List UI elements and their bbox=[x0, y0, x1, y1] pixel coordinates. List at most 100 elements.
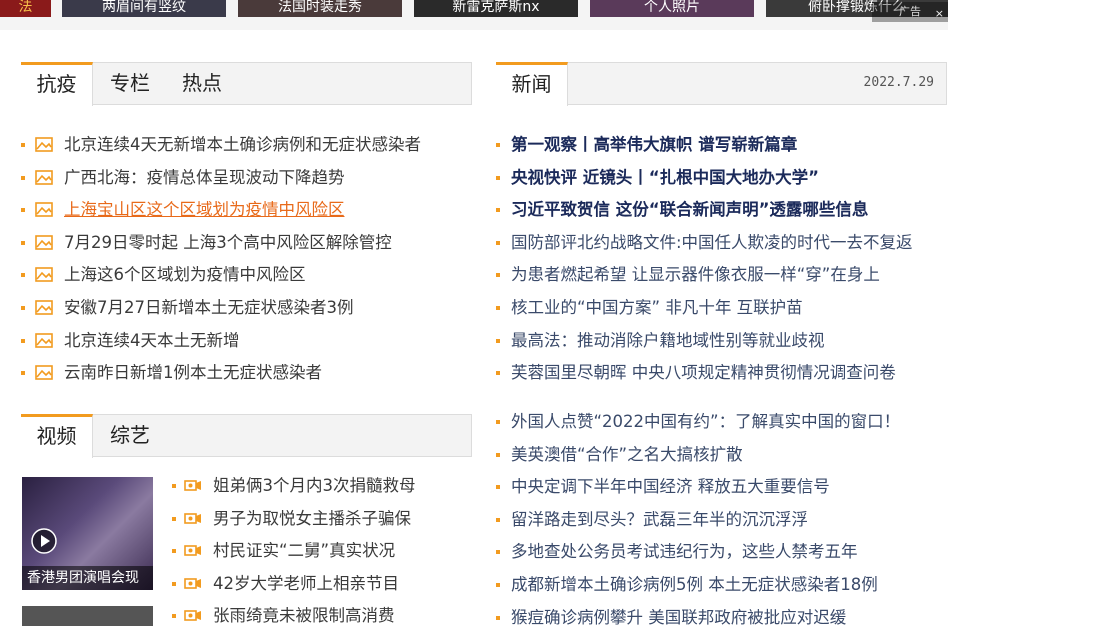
list-item: 猴痘确诊病例攀升 美国联邦政府被批应对迟缓 bbox=[496, 602, 947, 634]
image-icon bbox=[35, 137, 53, 152]
thumb-1[interactable]: 两眉间有竖纹 bbox=[62, 0, 226, 17]
news-list-1: 第一观察丨高举伟大旗帜 谱写崭新篇章 央视快评 近镜头丨“扎根中国大地办大学” … bbox=[496, 129, 947, 390]
video-camera-icon bbox=[184, 545, 201, 556]
epidemic-tabbar: 抗疫 专栏 热点 bbox=[21, 62, 472, 106]
news-tabbar: 新闻 2022.7.29 bbox=[496, 62, 947, 106]
bullet-dot bbox=[172, 549, 176, 554]
list-item: 云南昨日新增1例本土无症状感染者 bbox=[21, 357, 472, 390]
list-item: 姐弟俩3个月内3次捐髓救母 bbox=[172, 470, 472, 503]
list-link[interactable]: 北京连续4天本土无新增 bbox=[64, 325, 240, 358]
news-link[interactable]: 央视快评 近镜头丨“扎根中国大地办大学” bbox=[511, 162, 819, 195]
tab-video[interactable]: 视频 bbox=[21, 414, 93, 458]
list-item: 央视快评 近镜头丨“扎根中国大地办大学” bbox=[496, 162, 947, 195]
news-list-2: 外国人点赞“2022中国有约”：了解真实中国的窗口！ 美英澳借“合作”之名大搞核… bbox=[496, 406, 947, 634]
tab-column[interactable]: 专栏 bbox=[94, 62, 166, 106]
ad-label: 广告 bbox=[899, 5, 921, 18]
thumb-0[interactable]: 法 bbox=[0, 0, 51, 17]
image-icon bbox=[35, 202, 53, 217]
thumb-4[interactable]: 个人照片 bbox=[590, 0, 754, 17]
list-link[interactable]: 村民证实“二舅”真实状况 bbox=[213, 535, 395, 568]
list-item: 上海这6个区域划为疫情中风险区 bbox=[21, 259, 472, 292]
list-item: 张雨绮竟未被限制高消费 bbox=[172, 600, 472, 633]
bullet-dot bbox=[172, 484, 176, 488]
list-item: 留洋路走到尽头？武磊三年半的沉沉浮浮 bbox=[496, 504, 947, 537]
thumb-3[interactable]: 新雷克萨斯nx bbox=[414, 0, 578, 17]
top-thumbnail-strip: 法 两眉间有竖纹 法国时装走秀 新雷克萨斯nx 个人照片 俯卧撑锻炼什么 广告 … bbox=[0, 0, 948, 30]
bullet-dot bbox=[21, 143, 25, 147]
list-item: 最高法：推动消除户籍地域性别等就业歧视 bbox=[496, 325, 947, 358]
list-link[interactable]: 男子为取悦女主播杀子骗保 bbox=[213, 503, 411, 536]
image-icon bbox=[35, 365, 53, 380]
list-item: 成都新增本土确诊病例5例 本土无症状感染者18例 bbox=[496, 569, 947, 602]
list-item: 北京连续4天本土无新增 bbox=[21, 325, 472, 358]
list-link[interactable]: 广西北海：疫情总体呈现波动下降趋势 bbox=[64, 162, 345, 195]
tab-news[interactable]: 新闻 bbox=[496, 62, 568, 106]
news-link[interactable]: 习近平致贺信 这份“联合新闻声明”透露哪些信息 bbox=[511, 194, 868, 227]
image-icon bbox=[35, 332, 53, 348]
news-link[interactable]: 多地查处公务员考试违纪行为，这些人禁考五年 bbox=[511, 536, 858, 569]
bullet-dot bbox=[21, 240, 25, 245]
list-link[interactable]: 上海宝山区这个区域划为疫情中风险区 bbox=[64, 194, 345, 227]
list-link[interactable]: 云南昨日新增1例本土无症状感染者 bbox=[64, 357, 322, 390]
list-link[interactable]: 7月29日零时起 上海3个高中风险区解除管控 bbox=[64, 227, 392, 260]
video-camera-icon bbox=[184, 512, 201, 524]
ad-badge[interactable]: 广告 × bbox=[872, 2, 948, 22]
news-link[interactable]: 成都新增本土确诊病例5例 本土无症状感染者18例 bbox=[511, 569, 878, 602]
list-item: 外国人点赞“2022中国有约”：了解真实中国的窗口！ bbox=[496, 406, 947, 439]
bullet-dot bbox=[496, 517, 500, 522]
video-tabbar: 视频 综艺 bbox=[21, 414, 472, 458]
news-link[interactable]: 第一观察丨高举伟大旗帜 谱写崭新篇章 bbox=[511, 129, 797, 162]
list-link[interactable]: 上海这6个区域划为疫情中风险区 bbox=[64, 259, 306, 292]
bullet-dot bbox=[172, 516, 176, 521]
news-link[interactable]: 中央定调下半年中国经济 释放五大重要信号 bbox=[511, 471, 830, 504]
list-item: 上海宝山区这个区域划为疫情中风险区 bbox=[21, 194, 472, 227]
list-link[interactable]: 安徽7月27日新增本土无症状感染者3例 bbox=[64, 292, 354, 325]
video-thumbnail[interactable]: 香港男团演唱会现 bbox=[22, 477, 153, 590]
bullet-dot bbox=[496, 582, 500, 587]
play-icon[interactable] bbox=[31, 528, 57, 554]
bullet-dot bbox=[496, 615, 500, 620]
bullet-dot bbox=[496, 240, 500, 245]
image-icon bbox=[35, 234, 53, 250]
news-link[interactable]: 核工业的“中国方案” 非凡十年 互联护苗 bbox=[511, 292, 803, 325]
list-item: 美英澳借“合作”之名大搞核扩散 bbox=[496, 439, 947, 472]
news-link[interactable]: 最高法：推动消除户籍地域性别等就业歧视 bbox=[511, 325, 825, 358]
list-link[interactable]: 42岁大学老师上相亲节目 bbox=[213, 568, 399, 601]
list-link[interactable]: 张雨绮竟未被限制高消费 bbox=[213, 600, 395, 633]
list-item: 北京连续4天无新增本土确诊病例和无症状感染者 bbox=[21, 129, 472, 162]
image-icon bbox=[35, 300, 53, 315]
bullet-dot bbox=[496, 485, 500, 490]
news-link[interactable]: 外国人点赞“2022中国有约”：了解真实中国的窗口！ bbox=[511, 406, 900, 439]
bullet-dot bbox=[172, 581, 176, 586]
bullet-dot bbox=[496, 371, 500, 376]
bullet-dot bbox=[21, 208, 25, 213]
video-list: 姐弟俩3个月内3次捐髓救母 男子为取悦女主播杀子骗保 村民证实“二舅”真实状况 … bbox=[172, 470, 472, 633]
news-link[interactable]: 国防部评北约战略文件:中国任人欺凌的时代一去不复返 bbox=[511, 227, 913, 260]
list-link[interactable]: 姐弟俩3个月内3次捐髓救母 bbox=[213, 470, 416, 503]
list-item: 中央定调下半年中国经济 释放五大重要信号 bbox=[496, 471, 947, 504]
list-item: 芙蓉国里尽朝晖 中央八项规定精神贯彻情况调查问卷 bbox=[496, 357, 947, 390]
list-item: 7月29日零时起 上海3个高中风险区解除管控 bbox=[21, 227, 472, 260]
list-item: 核工业的“中国方案” 非凡十年 互联护苗 bbox=[496, 292, 947, 325]
bullet-dot bbox=[21, 175, 25, 180]
list-link[interactable]: 北京连续4天无新增本土确诊病例和无症状感染者 bbox=[64, 129, 421, 162]
tab-variety[interactable]: 综艺 bbox=[94, 414, 166, 458]
news-link[interactable]: 留洋路走到尽头？武磊三年半的沉沉浮浮 bbox=[511, 504, 808, 537]
video-thumbnail-2[interactable] bbox=[22, 606, 153, 626]
bullet-dot bbox=[21, 371, 25, 376]
video-caption[interactable]: 香港男团演唱会现 bbox=[22, 566, 153, 590]
list-item: 多地查处公务员考试违纪行为，这些人禁考五年 bbox=[496, 536, 947, 569]
news-link[interactable]: 为患者燃起希望 让显示器件像衣服一样“穿”在身上 bbox=[511, 259, 880, 292]
news-link[interactable]: 美英澳借“合作”之名大搞核扩散 bbox=[511, 439, 743, 472]
thumb-2[interactable]: 法国时装走秀 bbox=[238, 0, 402, 17]
list-item: 第一观察丨高举伟大旗帜 谱写崭新篇章 bbox=[496, 129, 947, 162]
tab-hot[interactable]: 热点 bbox=[166, 62, 238, 106]
news-link[interactable]: 芙蓉国里尽朝晖 中央八项规定精神贯彻情况调查问卷 bbox=[511, 357, 896, 390]
list-item: 安徽7月27日新增本土无症状感染者3例 bbox=[21, 292, 472, 325]
close-icon[interactable]: × bbox=[935, 4, 944, 24]
tab-epidemic[interactable]: 抗疫 bbox=[21, 62, 93, 106]
bullet-dot bbox=[496, 452, 500, 457]
news-link[interactable]: 猴痘确诊病例攀升 美国联邦政府被批应对迟缓 bbox=[511, 602, 846, 634]
list-item: 42岁大学老师上相亲节目 bbox=[172, 568, 472, 601]
bullet-dot bbox=[496, 550, 500, 555]
